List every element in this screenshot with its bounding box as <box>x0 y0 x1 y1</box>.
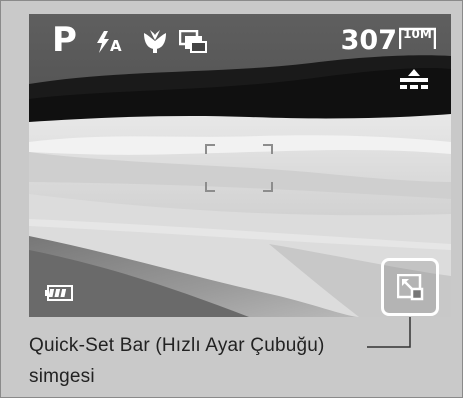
callout-caption-line2: simgesi <box>29 366 95 387</box>
manual-page-figure: P A 307 10M Quick-Set Bar (Hızlı Ayar Çu… <box>0 0 463 398</box>
callout-caption-line1: Quick-Set Bar (Hızlı Ayar Çubuğu) <box>29 335 325 356</box>
